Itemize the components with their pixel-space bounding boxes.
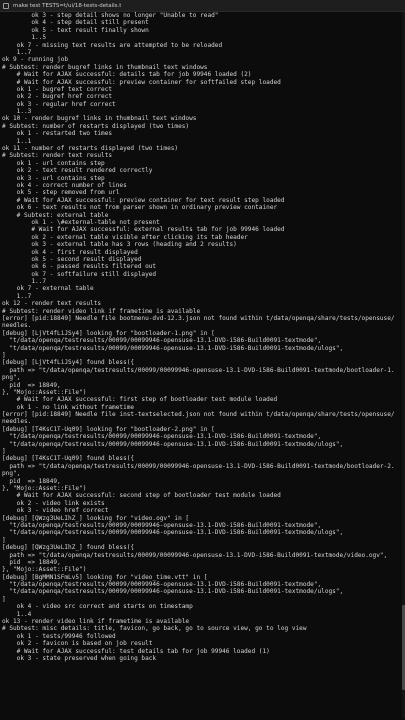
terminal-line: "t/data/openqa/testresults/00099/0009994… (2, 581, 322, 589)
terminal-line: ok 5 - step removed from url (2, 189, 120, 197)
terminal-line: ok 1 - tests/99946 followed (2, 632, 116, 640)
terminal-line: ok 12 - render text results (2, 300, 102, 308)
terminal-line: [debug] [QWzg3UeLIhZ_] found bless({ (2, 544, 135, 552)
terminal-line: ] (2, 351, 6, 359)
terminal-line: # Subtest: number of restarts displayed … (2, 122, 190, 130)
terminal-line: # Wait for AJAX successful: external res… (2, 226, 285, 234)
terminal-line: 1..3 (2, 108, 32, 116)
terminal-line: ] (2, 595, 6, 603)
terminal-line: 1..7 (2, 292, 32, 300)
terminal-line: ok 3 - state preserved when going back (2, 654, 157, 662)
terminal-line: ok 9 - running job (2, 56, 69, 64)
terminal-line: needles. (2, 418, 32, 426)
terminal-line: png", (2, 470, 21, 478)
terminal-line: # Wait for AJAX successful: second step … (2, 492, 281, 500)
terminal-line: ok 6 - text results not from parser show… (2, 204, 278, 212)
terminal-line: [debug] [LjVt4fLiJSy4] found bless({ (2, 359, 135, 367)
terminal-line: ok 1 - no link without frametime (2, 403, 135, 411)
terminal-line: 1..7 (2, 48, 32, 56)
terminal-line: ok 7 - softfailure still displayed (2, 270, 157, 278)
terminal-line: path => "t/data/openqa/testresults/00099… (2, 551, 388, 559)
terminal-line: # Subtest: render bugref links in thumbn… (2, 63, 208, 71)
terminal-line: "t/data/openqa/testresults/00099/0009994… (2, 344, 344, 352)
terminal-line: ok 3 - external table has 3 rows (headin… (2, 241, 237, 249)
terminal-line: 1..1 (2, 137, 32, 145)
terminal-line: "t/data/openqa/testresults/00099/0009994… (2, 433, 322, 441)
terminal-line: # Wait for AJAX successful: preview cont… (2, 78, 281, 86)
terminal-line: pid => 18849, (2, 477, 61, 485)
terminal-line: ok 2 - bugref href correct (2, 93, 113, 101)
terminal-line: ok 2 - video link exists (2, 499, 105, 507)
terminal-line: ok 10 - render bugref links in thumbnail… (2, 115, 197, 123)
terminal-line: }, "Mojo::Asset::File") (2, 485, 87, 492)
terminal-line: ok 13 - render video link if frametime i… (2, 618, 190, 626)
terminal-line: "t/data/openqa/testresults/00099/0009994… (2, 521, 322, 529)
terminal-line: 1..7 (2, 278, 47, 286)
terminal-line: [error] [pid:18849] Needle file bootmenu… (2, 315, 395, 323)
terminal-window: make test TESTS=t/ui/18-tests-details.t … (0, 0, 405, 720)
terminal-line: ok 3 - regular href correct (2, 100, 116, 108)
terminal-line: pid => 18849, (2, 381, 61, 389)
terminal-line: ok 2 - favicon is based on job result (2, 640, 153, 648)
terminal-line: path => "t/data/openqa/testresults/00099… (2, 366, 395, 374)
terminal-line: "t/data/openqa/testresults/00099/0009994… (2, 529, 344, 537)
title-bar[interactable]: make test TESTS=t/ui/18-tests-details.t (0, 0, 405, 12)
terminal-line: png", (2, 374, 21, 382)
terminal-line: ok 5 - text result finally shown (2, 26, 149, 34)
terminal-line: [debug] [QWzg3UeLIhZ_] looking for "vide… (2, 514, 190, 522)
terminal-line: ok 4 - correct number of lines (2, 181, 127, 189)
terminal-line: ok 1 - restarted two times (2, 130, 113, 138)
terminal-line: [error] [pid:18849] Needle file inst-tex… (2, 411, 395, 419)
terminal-line: [debug] [T4KsC1T-Uq09] looking for "boot… (2, 425, 215, 433)
terminal-line: # Subtest: external table (2, 211, 109, 219)
terminal-line: "t/data/openqa/testresults/00099/0009994… (2, 337, 322, 345)
terminal-line: 1..4 (2, 610, 32, 618)
terminal-line: # Wait for AJAX successful: first step o… (2, 396, 278, 404)
terminal-line: # Subtest: misc details: title, favicon,… (2, 625, 307, 633)
terminal-line: ok 2 - text result rendered correctly (2, 167, 153, 175)
terminal-line: 1..5 (2, 34, 47, 42)
terminal-line: ok 3 - step detail shows no longer "Unab… (2, 12, 219, 19)
terminal-line: ok 4 - first result displayed (2, 248, 138, 256)
terminal-line: path => "t/data/openqa/testresults/00099… (2, 462, 395, 470)
terminal-line: # Wait for AJAX successful: test details… (2, 647, 270, 655)
terminal-line: }, "Mojo::Asset::File") (2, 566, 87, 574)
terminal-line: needles. (2, 322, 32, 330)
terminal-line: # Wait for AJAX successful: details tab … (2, 71, 252, 79)
terminal-line: ok 5 - second result displayed (2, 255, 142, 263)
terminal-line: ok 1 - url contains step (2, 159, 105, 167)
terminal-line: # Subtest: render video link if frametim… (2, 307, 201, 315)
window-title: make test TESTS=t/ui/18-tests-details.t (13, 2, 122, 9)
terminal-line: ok 4 - step detail still present (2, 19, 149, 27)
terminal-line: ok 1 - \#external-table not present (2, 218, 160, 226)
terminal-line: ok 3 - video href correct (2, 507, 109, 515)
terminal-line: ok 4 - video src correct and starts on t… (2, 603, 193, 611)
terminal-line: ok 6 - passed results filtered out (2, 263, 157, 271)
terminal-output[interactable]: ok 3 - step detail shows no longer "Unab… (2, 12, 400, 718)
terminal-line: "t/data/openqa/testresults/00099/0009994… (2, 588, 344, 596)
terminal-line: ] (2, 536, 6, 544)
terminal-line: # Wait for AJAX successful: preview cont… (2, 196, 285, 204)
terminal-line: # Subtest: render text results (2, 152, 113, 160)
terminal-app-icon (3, 2, 9, 9)
terminal-line: ok 1 - bugref text correct (2, 85, 113, 93)
terminal-line: [debug] [BgMMN1SFmLv5] looking for "vide… (2, 573, 208, 581)
terminal-line: [debug] [T4KsC1T-Uq09] found bless({ (2, 455, 135, 463)
terminal-line: "t/data/openqa/testresults/00099/0009994… (2, 440, 344, 448)
terminal-line: ok 11 - number of restarts displayed (tw… (2, 145, 179, 153)
terminal-line: }, "Mojo::Asset::File") (2, 388, 87, 396)
terminal-line: [debug] [LjVt4fLiJSy4] looking for "boot… (2, 329, 215, 337)
terminal-line: pid => 18849, (2, 558, 61, 566)
terminal-line: ] (2, 448, 6, 456)
terminal-line: ok 7 - external table (2, 285, 94, 293)
terminal-line: ok 7 - missing text results are attempte… (2, 41, 223, 49)
terminal-line: ok 3 - url contains step (2, 174, 105, 182)
terminal-line: ok 2 - external table visible after clic… (2, 233, 248, 241)
